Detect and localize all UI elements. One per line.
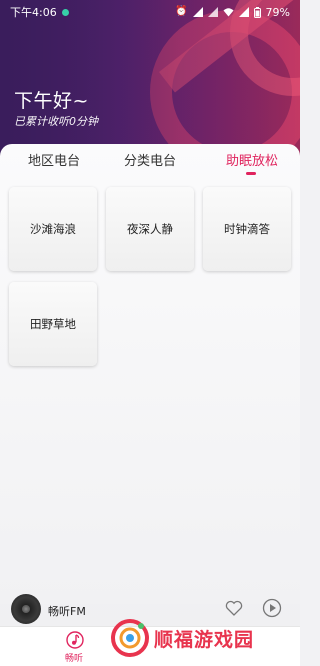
nav-label: 畅听: [65, 654, 84, 664]
header-banner: [0, 0, 300, 160]
music-note-icon: [66, 631, 84, 649]
player-title: 畅听FM: [48, 605, 86, 618]
active-tab-indicator: [246, 172, 256, 175]
wifi-icon: [223, 8, 234, 17]
battery-percent: 79%: [265, 5, 290, 19]
sound-tile-clock-ticking[interactable]: 时钟滴答: [203, 187, 291, 271]
tab-bar: 地区电台 分类电台 助眠放松: [0, 144, 300, 184]
signal-icon: [192, 7, 203, 17]
watermark-logo-icon: [111, 619, 149, 657]
alarm-icon: ⏰: [175, 6, 188, 17]
app-screen: 下午4:06 ⏰ 79% 下午好~ 已累计收听0分钟 地区电台 分类电台 助眠放…: [0, 0, 300, 666]
sound-tile-quiet-night[interactable]: 夜深人静: [106, 187, 194, 271]
greeting-title: 下午好~: [14, 90, 89, 112]
tile-label: 田野草地: [30, 317, 76, 331]
tile-label: 时钟滴答: [224, 222, 270, 236]
content-panel: 地区电台 分类电台 助眠放松 沙滩海浪 夜深人静 时钟滴答 田野草地: [0, 144, 300, 604]
status-time: 下午4:06: [10, 6, 57, 19]
listen-total-text: 已累计收听0分钟: [14, 115, 98, 128]
signal-icon: [207, 7, 218, 17]
tile-label: 沙滩海浪: [30, 222, 76, 236]
tile-label: 夜深人静: [127, 222, 173, 236]
app-notification-icon: [61, 8, 69, 16]
status-bar: 下午4:06 ⏰ 79%: [0, 0, 300, 24]
tab-region-radio[interactable]: 地区电台: [28, 150, 80, 169]
watermark: 顺福游戏园: [110, 612, 300, 664]
album-disc-icon[interactable]: [11, 594, 41, 624]
tab-sleep-relax[interactable]: 助眠放松: [226, 150, 278, 169]
signal-icon: [238, 7, 249, 17]
nav-item-listen[interactable]: 畅听: [60, 631, 90, 665]
sound-tile-fields[interactable]: 田野草地: [9, 282, 97, 366]
watermark-text: 顺福游戏园: [154, 628, 255, 651]
battery-icon: [253, 6, 261, 18]
sound-tile-beach-waves[interactable]: 沙滩海浪: [9, 187, 97, 271]
tab-category-radio[interactable]: 分类电台: [124, 150, 176, 169]
